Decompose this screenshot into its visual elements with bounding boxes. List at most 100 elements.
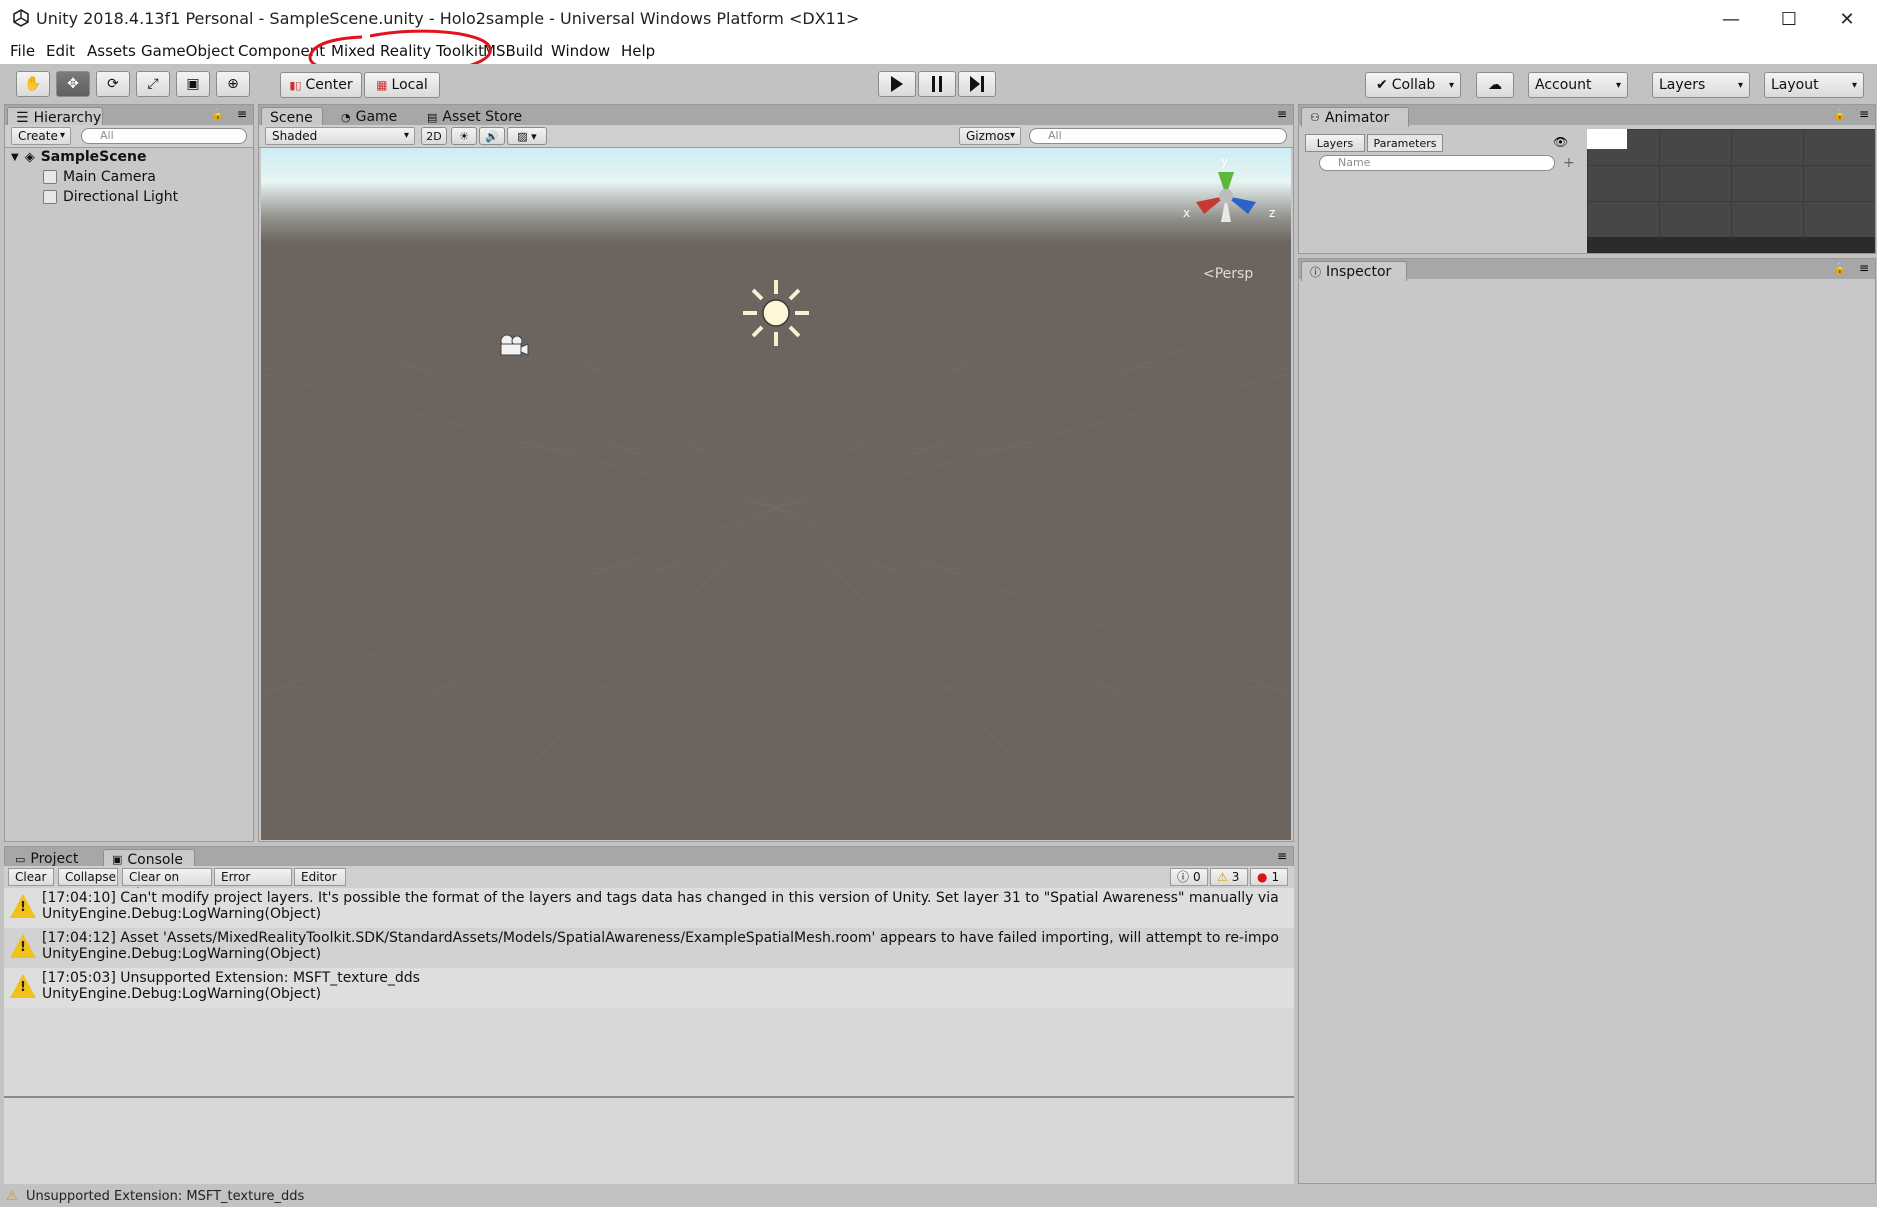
perspective-label[interactable]: <Persp [1203, 266, 1253, 282]
clear-button[interactable]: Clear [8, 868, 54, 886]
minimize-button[interactable]: — [1702, 0, 1760, 38]
cloud-button[interactable]: ☁ [1476, 72, 1514, 98]
hierarchy-item-directional-light[interactable]: Directional Light [43, 189, 178, 205]
rotate-tool-button[interactable]: ⟳ [96, 71, 130, 97]
tab-hierarchy[interactable]: ☰ Hierarchy [7, 107, 103, 127]
step-button[interactable] [958, 71, 996, 97]
panel-menu-icon[interactable]: ≡ [1859, 261, 1869, 275]
axis-z-label: z [1269, 206, 1276, 220]
status-bar[interactable]: ⚠ Unsupported Extension: MSFT_texture_dd… [0, 1188, 1877, 1207]
animator-tab-layers[interactable]: Layers [1305, 134, 1365, 152]
move-tool-button[interactable]: ✥ [56, 71, 90, 97]
log-message: [17:05:03] Unsupported Extension: MSFT_t… [42, 970, 420, 986]
audio-toggle[interactable]: 🔊 [479, 127, 505, 145]
animator-graph[interactable] [1587, 129, 1875, 253]
create-dropdown[interactable]: Create [11, 127, 71, 145]
scene-root-item[interactable]: ▼ ◈ SampleScene [11, 149, 146, 165]
warning-triangle-icon: ! [10, 894, 36, 918]
console-icon: ▣ [112, 853, 123, 866]
animator-tab-parameters[interactable]: Parameters [1367, 134, 1443, 152]
hierarchy-search-input[interactable]: All [81, 128, 247, 144]
axis-x-label: x [1183, 206, 1191, 220]
clear-on-play-toggle[interactable]: Clear on Play [122, 868, 212, 900]
directional-light-sun-icon[interactable] [741, 278, 811, 348]
lock-icon[interactable]: 🔒 [1833, 262, 1847, 275]
play-icon [891, 76, 903, 92]
tab-asset-store[interactable]: ▤ Asset Store [419, 107, 539, 127]
error-count-toggle[interactable]: ● 1 [1250, 868, 1288, 886]
effects-dropdown[interactable]: ▨ ▾ [507, 127, 547, 145]
info-icon: ⓘ [1177, 870, 1190, 884]
rect-tool-button[interactable]: ▣ [176, 71, 210, 97]
pivot-center-button[interactable]: ▮▯ Center [280, 72, 362, 98]
animator-grid [1587, 129, 1875, 237]
warning-count-toggle[interactable]: ⚠ 3 [1210, 868, 1248, 886]
tab-scene[interactable]: Scene [261, 107, 323, 127]
scale-icon: ⤢ [147, 76, 159, 92]
info-count-toggle[interactable]: ⓘ 0 [1170, 868, 1208, 886]
menu-help[interactable]: Help [621, 42, 655, 60]
orientation-gizmo[interactable] [1176, 156, 1276, 246]
transform-tool-button[interactable]: ⊕ [216, 71, 250, 97]
lock-icon[interactable]: 🔒 [1833, 108, 1847, 121]
animator-breadcrumb [1587, 129, 1627, 149]
menu-file[interactable]: File [10, 42, 35, 60]
collab-dropdown[interactable]: ✔ Collab ▾ [1365, 72, 1461, 98]
scene-viewport[interactable]: y x z <Persp [261, 148, 1291, 840]
pivot-label: Center [305, 77, 353, 93]
menu-gameobject[interactable]: GameObject [141, 42, 235, 60]
persp-chevron-icon: < [1203, 266, 1215, 282]
lighting-toggle[interactable]: ☀ [451, 127, 477, 145]
add-parameter-icon[interactable]: + [1563, 155, 1575, 171]
panel-menu-icon[interactable]: ≡ [1277, 849, 1287, 863]
console-log-entry[interactable]: ! [17:04:12] Asset 'Assets/MixedRealityT… [4, 928, 1294, 968]
lock-icon[interactable]: 🔒 [211, 108, 225, 121]
layers-dropdown[interactable]: Layers ▾ [1652, 72, 1750, 98]
tab-asset-store-label: Asset Store [442, 109, 523, 125]
panel-menu-icon[interactable]: ≡ [1859, 107, 1869, 121]
scene-search-input[interactable]: All [1029, 128, 1287, 144]
log-message: [17:04:10] Can't modify project layers. … [42, 890, 1279, 906]
layout-dropdown[interactable]: Layout ▾ [1764, 72, 1864, 98]
panel-menu-icon[interactable]: ≡ [1277, 107, 1287, 121]
collapse-button[interactable]: Collapse [58, 868, 118, 886]
warning-icon: ⚠ [6, 1189, 18, 1204]
pacman-icon: ◔ [341, 110, 351, 124]
animator-parameter-search[interactable]: Name [1319, 155, 1555, 171]
tab-animator[interactable]: ⚇ Animator [1301, 107, 1409, 127]
play-button[interactable] [878, 71, 916, 97]
gizmos-dropdown[interactable]: Gizmos [959, 127, 1021, 145]
editor-dropdown[interactable]: Editor [294, 868, 346, 886]
console-log-entry[interactable]: ! [17:05:03] Unsupported Extension: MSFT… [4, 968, 1294, 1008]
scale-tool-button[interactable]: ⤢ [136, 71, 170, 97]
pivot-local-button[interactable]: ▦ Local [364, 72, 440, 98]
tab-scene-label: Scene [270, 109, 313, 126]
animator-sidebar: Layers Parameters 👁 Name + [1301, 129, 1585, 253]
console-log-entry[interactable]: ! [17:04:10] Can't modify project layers… [4, 888, 1294, 928]
hierarchy-item-main-camera[interactable]: Main Camera [43, 169, 156, 185]
log-stack: UnityEngine.Debug:LogWarning(Object) [42, 946, 322, 962]
menu-window[interactable]: Window [551, 42, 610, 60]
hand-tool-button[interactable]: ✋ [16, 71, 50, 97]
sun-icon: ☀ [459, 129, 469, 143]
menu-edit[interactable]: Edit [46, 42, 75, 60]
menu-assets[interactable]: Assets [87, 42, 136, 60]
hand-icon: ✋ [24, 76, 42, 92]
close-button[interactable]: ✕ [1818, 0, 1876, 38]
toggle-2d-button[interactable]: 2D [421, 127, 447, 145]
local-icon: ▦ [376, 78, 388, 92]
maximize-button[interactable]: ☐ [1760, 0, 1818, 38]
tab-game[interactable]: ◔ Game [333, 107, 413, 127]
pause-icon [932, 76, 942, 92]
account-dropdown[interactable]: Account ▾ [1528, 72, 1628, 98]
error-pause-toggle[interactable]: Error Pause [214, 868, 292, 900]
camera-gizmo-icon[interactable] [495, 332, 531, 360]
panel-menu-icon[interactable]: ≡ [237, 107, 247, 121]
pause-button[interactable] [918, 71, 956, 97]
log-stack: UnityEngine.Debug:LogWarning(Object) [42, 906, 322, 922]
eye-icon[interactable]: 👁 [1553, 135, 1568, 149]
main-toolbar: ✋ ✥ ⟳ ⤢ ▣ ⊕ ▮▯ Center ▦ Local ✔ Collab ▾ ☁ A… [0, 64, 1877, 104]
chevron-down-icon: ▾ [1448, 79, 1454, 91]
tab-inspector[interactable]: ⓘ Inspector [1301, 261, 1407, 281]
shading-dropdown[interactable]: Shaded [265, 127, 415, 145]
